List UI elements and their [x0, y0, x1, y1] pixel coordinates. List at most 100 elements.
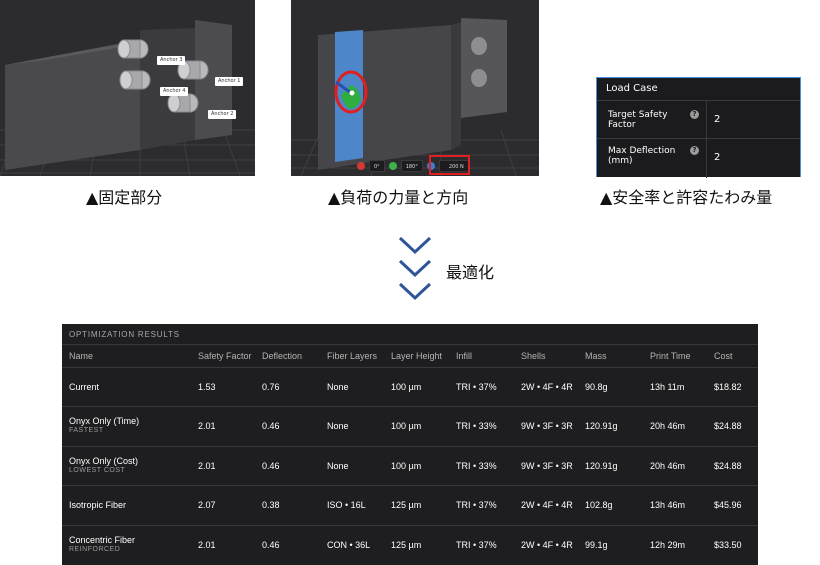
cell-deflection: 0.38: [262, 500, 280, 510]
result-subtitle: LOWEST COST: [69, 467, 126, 474]
cell-shells: 9W • 3F • 3R: [521, 461, 573, 471]
load-case-title: Load Case: [606, 83, 658, 94]
y-axis-dot: [388, 162, 397, 170]
table-row[interactable]: Concentric Fiber REINFORCED 2.01 0.46 CON • …: [62, 526, 758, 565]
cell-layer-height: 100 µm: [391, 461, 422, 471]
cell-infill: TRI • 33%: [456, 421, 497, 431]
result-name: Current: [69, 382, 100, 392]
cell-layer-height: 125 µm: [391, 540, 422, 550]
help-icon[interactable]: ?: [690, 110, 699, 119]
cell-cost: $45.96: [714, 500, 742, 510]
max-deflection-row: Max Deflection (mm) ? 2: [596, 138, 801, 178]
result-name: Onyx Only (Cost): [69, 456, 139, 466]
max-deflection-input[interactable]: 2: [714, 152, 720, 163]
cell-print-time: 13h 46m: [650, 500, 686, 510]
load-scene: [291, 18, 539, 176]
cell-safety-factor: 2.01: [198, 421, 216, 431]
caption-fixed: ▲固定部分: [86, 188, 163, 207]
cell-mass: 90.8g: [585, 382, 608, 392]
part-plate: [461, 18, 507, 118]
optimization-results: OPTIMIZATION RESULTS Name Safety Factor …: [62, 324, 758, 565]
cell-fiber-layers: None: [327, 461, 349, 471]
caption-safety: ▲安全率と許容たわみ量: [600, 188, 773, 207]
target-safety-label: Target Safety Factor: [608, 110, 668, 130]
chevron-down-icon: [398, 259, 432, 278]
max-deflection-label: Max Deflection (mm): [608, 146, 675, 166]
x-axis-dot: [357, 162, 365, 170]
header-shells[interactable]: Shells: [521, 351, 546, 361]
header-layer-height[interactable]: Layer Height: [391, 351, 442, 361]
header-safety-factor[interactable]: Safety Factor: [198, 351, 252, 361]
header-name[interactable]: Name: [69, 351, 93, 361]
cell-print-time: 20h 46m: [650, 421, 686, 431]
cell-mass: 120.91g: [585, 461, 618, 471]
label-line: Factor: [608, 120, 636, 130]
label-line: Target Safety: [608, 110, 668, 120]
header-deflection[interactable]: Deflection: [262, 351, 302, 361]
cell-print-time: 12h 29m: [650, 540, 686, 550]
cell-safety-factor: 2.07: [198, 500, 216, 510]
cell-fiber-layers: CON • 36L: [327, 540, 371, 550]
gizmo-center: [349, 90, 355, 96]
help-icon[interactable]: ?: [690, 146, 699, 155]
table-row[interactable]: Isotropic Fiber 2.07 0.38 ISO • 16L 125 µm TR…: [62, 486, 758, 525]
force-highlight: [429, 155, 470, 175]
target-safety-row: Target Safety Factor ? 2: [596, 100, 801, 139]
cell-mass: 99.1g: [585, 540, 608, 550]
cell-shells: 2W • 4F • 4R: [521, 540, 573, 550]
cell-infill: TRI • 37%: [456, 540, 497, 550]
result-name: Onyx Only (Time): [69, 416, 140, 426]
cell-fiber-layers: None: [327, 421, 349, 431]
cell-safety-factor: 2.01: [198, 461, 216, 471]
column-divider: [706, 139, 707, 178]
load-case-panel: Load Case Target Safety Factor ? 2 Max D…: [596, 77, 801, 178]
table-row[interactable]: Onyx Only (Time) FASTEST 2.01 0.46 None 100 µ…: [62, 407, 758, 446]
cell-cost: $24.88: [714, 461, 742, 471]
cell-safety-factor: 1.53: [198, 382, 216, 392]
title-divider: [62, 344, 758, 345]
cell-cost: $18.82: [714, 382, 742, 392]
cell-shells: 2W • 4F • 4R: [521, 382, 573, 392]
anchor-label[interactable]: Anchor 1: [215, 77, 244, 86]
caption-load: ▲負荷の力量と方向: [328, 188, 469, 207]
results-title: OPTIMIZATION RESULTS: [69, 330, 180, 339]
chevron-down-icon: [398, 236, 432, 255]
table-row[interactable]: Onyx Only (Cost) LOWEST COST 2.01 0.46 None 1…: [62, 447, 758, 486]
result-name: Concentric Fiber: [69, 535, 136, 545]
header-infill[interactable]: Infill: [456, 351, 472, 361]
header-mass[interactable]: Mass: [585, 351, 607, 361]
cell-shells: 2W • 4F • 4R: [521, 500, 573, 510]
anchor-label[interactable]: Anchor 2: [208, 110, 237, 119]
beam-front: [5, 40, 140, 170]
anchor-label[interactable]: Anchor 3: [157, 56, 186, 65]
anchors-scene: [0, 20, 255, 176]
cell-infill: TRI • 37%: [456, 500, 497, 510]
cell-shells: 9W • 3F • 3R: [521, 421, 573, 431]
optimize-label: 最適化: [446, 263, 495, 282]
anchor-label[interactable]: Anchor 4: [160, 87, 189, 96]
cell-print-time: 20h 46m: [650, 461, 686, 471]
angle2-field[interactable]: 180°: [400, 160, 423, 172]
cell-deflection: 0.46: [262, 540, 280, 550]
label-line: (mm): [608, 156, 633, 166]
target-safety-input[interactable]: 2: [714, 114, 720, 125]
table-row[interactable]: Current 1.53 0.76 None 100 µm TRI • 37% 2W • 4…: [62, 368, 758, 407]
header-cost[interactable]: Cost: [714, 351, 733, 361]
cell-deflection: 0.46: [262, 421, 280, 431]
header-print-time[interactable]: Print Time: [650, 351, 691, 361]
cell-mass: 120.91g: [585, 421, 618, 431]
anchors-viewport[interactable]: Anchor 3 Anchor 1 Anchor 4 Anchor 2: [0, 0, 255, 176]
angle1-field[interactable]: 0°: [369, 160, 385, 172]
cell-layer-height: 125 µm: [391, 500, 422, 510]
cell-print-time: 13h 11m: [650, 382, 685, 392]
result-subtitle: REINFORCED: [69, 546, 121, 553]
label-line: Max Deflection: [608, 146, 676, 156]
bolt-hole: [471, 69, 487, 87]
bolt-hole: [471, 37, 487, 55]
cell-cost: $24.88: [714, 421, 742, 431]
column-divider: [706, 101, 707, 139]
load-viewport[interactable]: [291, 0, 539, 176]
cell-deflection: 0.46: [262, 461, 280, 471]
cell-infill: TRI • 33%: [456, 461, 497, 471]
header-fiber-layers[interactable]: Fiber Layers: [327, 351, 377, 361]
